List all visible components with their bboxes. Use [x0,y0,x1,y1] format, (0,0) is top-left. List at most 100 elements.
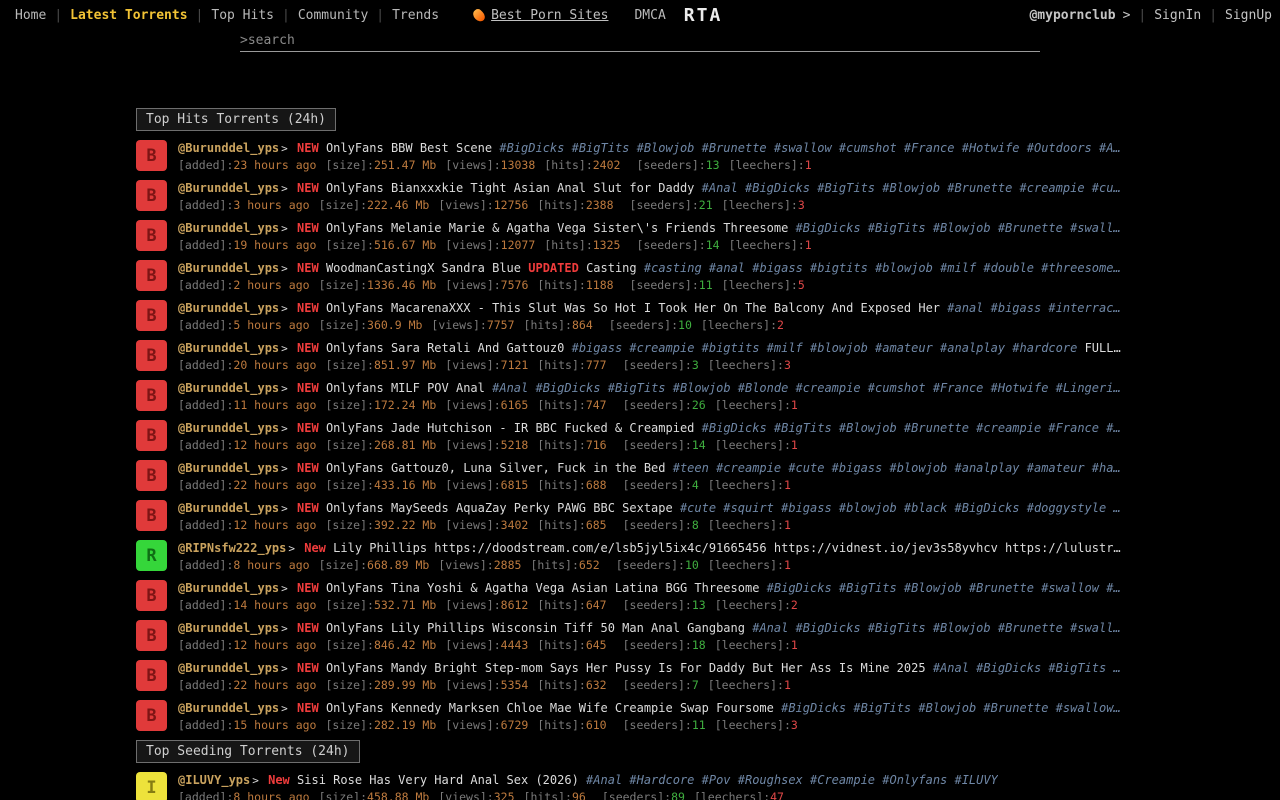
torrent-user[interactable]: @ILUVY_yps [178,773,250,787]
torrent-row[interactable]: B @Burunddel_yps> NEW OnlyFans Jade Hutc… [136,420,1150,453]
torrent-title[interactable]: OnlyFans Jade Hutchison - IR BBC Fucked … [326,421,694,435]
nav-item-latest-torrents[interactable]: Latest Torrents [63,8,194,23]
torrent-title[interactable]: OnlyFans Gattouz0, Luna Silver, Fuck in … [326,461,666,475]
site-name[interactable]: @mypornclub [1029,8,1115,23]
new-badge[interactable]: NEW [297,581,319,595]
torrent-row[interactable]: B @Burunddel_yps> NEW Onlyfans MILF POV … [136,380,1150,413]
torrent-tags[interactable]: #bigass #creampie #bigtits #milf #blowjo… [572,341,1078,355]
user-avatar[interactable]: B [136,420,167,451]
torrent-user[interactable]: @Burunddel_yps [178,341,279,355]
torrent-user[interactable]: @Burunddel_yps [178,581,279,595]
torrent-title[interactable]: Onlyfans Sara Retali And Gattouz0 [326,341,564,355]
torrent-title[interactable]: OnlyFans Bianxxxkie Tight Asian Anal Slu… [326,181,694,195]
torrent-row[interactable]: B @Burunddel_yps> NEW OnlyFans Tina Yosh… [136,580,1150,613]
new-badge[interactable]: NEW [297,421,319,435]
torrent-row[interactable]: B @Burunddel_yps> NEW OnlyFans MacarenaX… [136,300,1150,333]
torrent-tags[interactable]: #anal #bigass #interrac… [947,301,1120,315]
user-avatar[interactable]: B [136,380,167,411]
torrent-user[interactable]: @Burunddel_yps [178,621,279,635]
user-avatar[interactable]: B [136,500,167,531]
user-avatar[interactable]: B [136,300,167,331]
torrent-user[interactable]: @Burunddel_yps [178,381,279,395]
user-avatar[interactable]: R [136,540,167,571]
user-avatar[interactable]: B [136,340,167,371]
nav-item-home[interactable]: Home [8,8,53,23]
torrent-title[interactable]: Onlyfans MILF POV Anal [326,381,485,395]
torrent-row[interactable]: B @Burunddel_yps> NEW OnlyFans Bianxxxki… [136,180,1150,213]
torrent-user[interactable]: @Burunddel_yps [178,461,279,475]
torrent-title[interactable]: FULL… [1085,341,1121,355]
user-avatar[interactable]: B [136,460,167,491]
torrent-row[interactable]: B @Burunddel_yps> NEW Onlyfans MaySeeds … [136,500,1150,533]
torrent-tags[interactable]: #Anal #BigDicks #BigTits #Blowjob #Brune… [702,181,1121,195]
new-badge[interactable]: NEW [297,501,319,515]
new-badge[interactable]: NEW [297,621,319,635]
torrent-title[interactable]: OnlyFans BBW Best Scene [326,141,492,155]
torrent-row[interactable]: B @Burunddel_yps> NEW OnlyFans Melanie M… [136,220,1150,253]
new-badge[interactable]: New [304,541,326,555]
new-badge[interactable]: NEW [297,221,319,235]
torrent-user[interactable]: @Burunddel_yps [178,221,279,235]
search-input[interactable] [248,33,1040,48]
torrent-user[interactable]: @Burunddel_yps [178,661,279,675]
torrent-title[interactable]: Lily Phillips https://doodstream.com/e/l… [333,541,1120,555]
torrent-tags[interactable]: #BigDicks #BigTits #Blowjob #Brunette #s… [781,701,1121,715]
torrent-user[interactable]: @Burunddel_yps [178,301,279,315]
new-badge[interactable]: NEW [297,381,319,395]
torrent-tags[interactable]: #BigDicks #BigTits #Blowjob #Brunette #s… [499,141,1120,155]
torrent-user[interactable]: @Burunddel_yps [178,421,279,435]
torrent-row[interactable]: B @Burunddel_yps> NEW OnlyFans Mandy Bri… [136,660,1150,693]
torrent-user[interactable]: @Burunddel_yps [178,501,279,515]
torrent-row[interactable]: B @Burunddel_yps> NEW OnlyFans Gattouz0,… [136,460,1150,493]
nav-item-community[interactable]: Community [291,8,375,23]
torrent-title[interactable]: Casting [586,261,637,275]
torrent-title[interactable]: OnlyFans Kennedy Marksen Chloe Mae Wife … [326,701,774,715]
best-porn-sites-link[interactable]: Best Porn Sites [491,8,608,23]
torrent-tags[interactable]: #BigDicks #BigTits #Blowjob #Brunette #s… [767,581,1121,595]
user-avatar[interactable]: B [136,620,167,651]
torrent-tags[interactable]: #BigDicks #BigTits #Blowjob #Brunette #s… [796,221,1121,235]
torrent-title[interactable]: Sisi Rose Has Very Hard Anal Sex (2026) [297,773,579,787]
torrent-title[interactable]: OnlyFans Tina Yoshi & Agatha Vega Asian … [326,581,759,595]
torrent-row[interactable]: B @Burunddel_yps> NEW WoodmanCastingX Sa… [136,260,1150,293]
dmca-link[interactable]: DMCA [634,8,665,23]
user-avatar[interactable]: B [136,140,167,171]
user-avatar[interactable]: I [136,772,167,800]
torrent-tags[interactable]: #BigDicks #BigTits #Blowjob #Brunette #c… [702,421,1121,435]
torrent-row[interactable]: I @ILUVY_yps> New Sisi Rose Has Very Har… [136,772,1150,800]
torrent-user[interactable]: @RIPNsfw222_yps [178,541,286,555]
new-badge[interactable]: NEW [297,141,319,155]
torrent-user[interactable]: @Burunddel_yps [178,261,279,275]
new-badge[interactable]: New [268,773,290,787]
torrent-user[interactable]: @Burunddel_yps [178,141,279,155]
new-badge[interactable]: NEW [297,461,319,475]
new-badge[interactable]: NEW [297,341,319,355]
torrent-user[interactable]: @Burunddel_yps [178,181,279,195]
user-avatar[interactable]: B [136,700,167,731]
signin-link[interactable]: SignIn [1154,8,1201,23]
user-avatar[interactable]: B [136,580,167,611]
torrent-title[interactable]: WoodmanCastingX Sandra Blue [326,261,521,275]
nav-item-trends[interactable]: Trends [385,8,446,23]
torrent-row[interactable]: R @RIPNsfw222_yps> New Lily Phillips htt… [136,540,1150,573]
torrent-user[interactable]: @Burunddel_yps [178,701,279,715]
torrent-tags[interactable]: #Anal #Hardcore #Pov #Roughsex #Creampie… [586,773,998,787]
torrent-tags[interactable]: #Anal #BigDicks #BigTits … [933,661,1121,675]
new-badge[interactable]: NEW [297,261,319,275]
new-badge[interactable]: NEW [297,301,319,315]
user-avatar[interactable]: B [136,220,167,251]
new-badge[interactable]: UPDATED [528,261,579,275]
user-avatar[interactable]: B [136,660,167,691]
new-badge[interactable]: NEW [297,661,319,675]
torrent-title[interactable]: OnlyFans Mandy Bright Step-mom Says Her … [326,661,926,675]
new-badge[interactable]: NEW [297,701,319,715]
torrent-title[interactable]: OnlyFans Lily Phillips Wisconsin Tiff 50… [326,621,745,635]
torrent-tags[interactable]: #teen #creampie #cute #bigass #blowjob #… [673,461,1121,475]
torrent-tags[interactable]: #cute #squirt #bigass #blowjob #black #B… [680,501,1121,515]
nav-item-top-hits[interactable]: Top Hits [204,8,281,23]
torrent-row[interactable]: B @Burunddel_yps> NEW OnlyFans BBW Best … [136,140,1150,173]
torrent-title[interactable]: OnlyFans Melanie Marie & Agatha Vega Sis… [326,221,788,235]
signup-link[interactable]: SignUp [1225,8,1272,23]
torrent-row[interactable]: B @Burunddel_yps> NEW OnlyFans Kennedy M… [136,700,1150,733]
torrent-row[interactable]: B @Burunddel_yps> NEW Onlyfans Sara Reta… [136,340,1150,373]
